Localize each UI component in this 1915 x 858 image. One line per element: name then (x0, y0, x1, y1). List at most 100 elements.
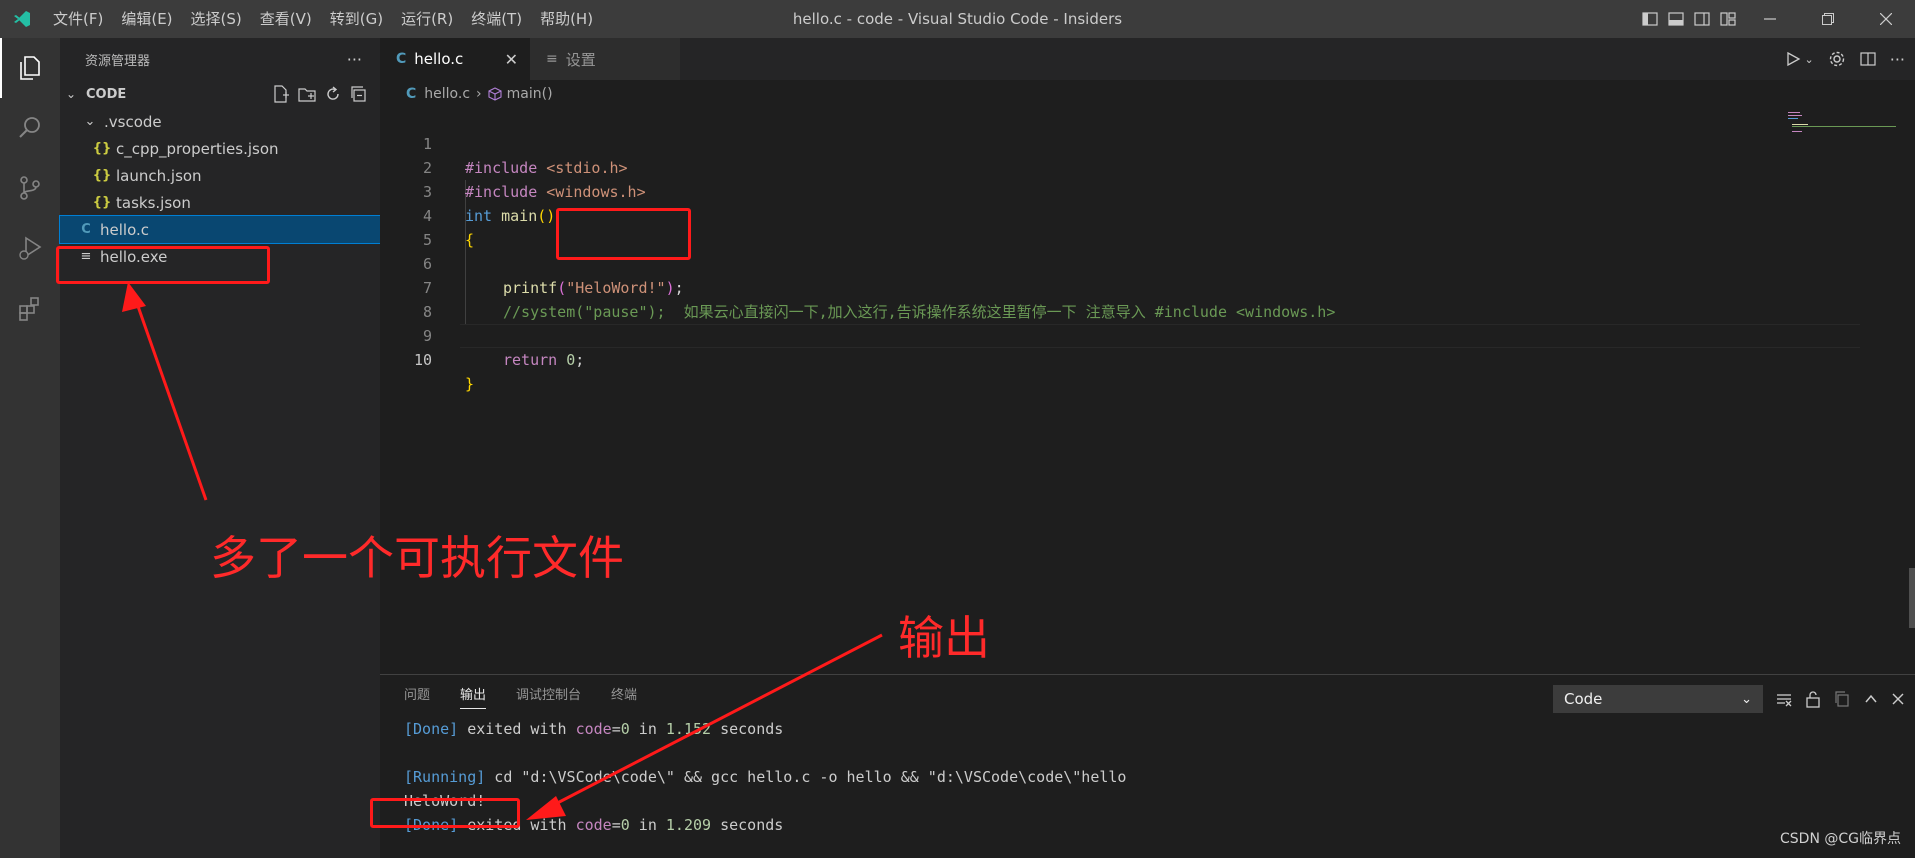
menu-run[interactable]: 运行(R) (392, 0, 462, 38)
tree-folder-vscode[interactable]: ⌄ .vscode (60, 108, 380, 135)
copy-icon[interactable] (1833, 690, 1851, 708)
token: 1.209 (665, 816, 712, 834)
code-line: 1 #include <stdio.h> (380, 108, 1780, 177)
line-number: 10 (413, 351, 432, 369)
token: exited with (458, 720, 576, 738)
run-dropdown-icon[interactable]: ⌄ (1805, 53, 1814, 66)
search-icon[interactable] (0, 98, 60, 158)
token: seconds (711, 720, 784, 738)
menu-go[interactable]: 转到(G) (321, 0, 392, 38)
breadcrumb: C hello.c › main() (380, 80, 1915, 108)
activity-bar (0, 38, 60, 858)
token: code (575, 816, 612, 834)
run-debug-icon[interactable] (0, 218, 60, 278)
chevron-down-icon: ⌄ (66, 87, 77, 101)
workspace-section-header[interactable]: ⌄ CODE (60, 80, 380, 108)
menu-file[interactable]: 文件(F) (44, 0, 112, 38)
extensions-icon[interactable] (0, 278, 60, 338)
breadcrumb-symbol[interactable]: main() (507, 86, 553, 102)
token: = (611, 720, 621, 738)
annotation-box-output (370, 798, 520, 828)
token: return (503, 351, 558, 369)
cube-icon (488, 87, 502, 101)
tree-file-hello-c[interactable]: C hello.c (59, 215, 381, 244)
refresh-icon[interactable] (324, 85, 342, 103)
collapse-all-icon[interactable] (350, 85, 368, 103)
tab-settings[interactable]: ≡ 设置 (530, 38, 680, 80)
minimap[interactable] (1788, 110, 1898, 140)
source-control-icon[interactable] (0, 158, 60, 218)
clear-output-icon[interactable] (1775, 690, 1793, 708)
gear-icon[interactable] (1828, 50, 1846, 68)
tab-label: hello.c (414, 50, 464, 68)
more-actions-icon[interactable]: ··· (347, 50, 362, 69)
explorer-sidebar: 资源管理器 ··· ⌄ CODE ⌄ .vscode {} c_cpp_prop… (59, 38, 381, 858)
chevron-up-icon[interactable] (1863, 691, 1879, 707)
tree-file-launch-json[interactable]: {} launch.json (60, 162, 380, 189)
sidebar-header: 资源管理器 ··· (60, 38, 380, 80)
annotation-output-note: 输出 (898, 611, 990, 665)
code-line: 3 int main() (380, 156, 1780, 225)
title-bar: 文件(F) 编辑(E) 选择(S) 查看(V) 转到(G) 运行(R) 终端(T… (0, 0, 1915, 38)
tab-hello-c[interactable]: C hello.c ✕ (380, 38, 530, 80)
token: = (611, 816, 621, 834)
run-icon[interactable] (1785, 51, 1801, 67)
lock-icon[interactable] (1805, 690, 1821, 708)
code-editor[interactable]: 1 #include <stdio.h> 2 #include <windows… (380, 108, 1915, 674)
window-controls (1637, 0, 1915, 38)
scrollbar-thumb[interactable] (1909, 568, 1915, 628)
token: 1.152 (665, 720, 712, 738)
tree-label: tasks.json (116, 193, 191, 212)
minimize-icon[interactable] (1741, 0, 1799, 38)
more-actions-icon[interactable]: ··· (1890, 50, 1905, 69)
watermark: CSDN @CG临界点 (1780, 831, 1901, 847)
menu-edit[interactable]: 编辑(E) (112, 0, 181, 38)
tab-output[interactable]: 输出 (460, 675, 487, 717)
close-icon[interactable]: ✕ (505, 50, 518, 69)
split-editor-icon[interactable] (1860, 51, 1876, 67)
menu-help[interactable]: 帮助(H) (531, 0, 602, 38)
menu-terminal[interactable]: 终端(T) (462, 0, 531, 38)
tree-label: hello.c (100, 220, 149, 239)
tree-file-tasks-json[interactable]: {} tasks.json (60, 189, 380, 216)
annotation-box-printf (556, 208, 691, 260)
token: cd "d:\VSCode\code\" && gcc hello.c -o h… (485, 768, 1127, 786)
breadcrumb-file[interactable]: hello.c (424, 86, 470, 102)
tab-terminal[interactable]: 终端 (611, 675, 637, 717)
output-text[interactable]: [Done] exited with code=0 in 1.152 secon… (380, 717, 1915, 837)
annotation-box-exe (56, 246, 270, 284)
tree-label: launch.json (116, 166, 202, 185)
toggle-secondary-sidebar-icon[interactable] (1691, 0, 1713, 38)
code-line: 8 (380, 276, 1780, 321)
toggle-sidebar-icon[interactable] (1639, 0, 1661, 38)
output-channel-select[interactable]: Code ⌄ (1553, 685, 1763, 713)
code-line: 10 } (380, 324, 1780, 393)
workspace-name: CODE (86, 86, 127, 102)
restore-icon[interactable] (1799, 0, 1857, 38)
json-file-icon: {} (92, 195, 112, 210)
close-icon[interactable] (1891, 692, 1905, 706)
toggle-panel-icon[interactable] (1665, 0, 1687, 38)
explorer-icon[interactable] (0, 38, 60, 98)
token: seconds (711, 816, 784, 834)
bottom-panel: 问题 输出 调试控制台 终端 Code ⌄ [Done] exited with… (380, 674, 1915, 858)
new-folder-icon[interactable] (298, 85, 316, 103)
menu-bar: 文件(F) 编辑(E) 选择(S) 查看(V) 转到(G) 运行(R) 终端(T… (44, 0, 602, 38)
editor-actions: ⌄ ··· (1785, 38, 1905, 80)
customize-layout-icon[interactable] (1717, 0, 1739, 38)
menu-selection[interactable]: 选择(S) (182, 0, 251, 38)
token: 0 (557, 351, 576, 369)
tree-file-c-cpp-properties[interactable]: {} c_cpp_properties.json (60, 135, 380, 162)
code-line: 2 #include <windows.h> (380, 132, 1780, 201)
token: code (575, 720, 612, 738)
tab-debug-console[interactable]: 调试控制台 (516, 675, 581, 717)
settings-file-icon: ≡ (546, 51, 558, 67)
json-file-icon: {} (92, 141, 112, 156)
tab-problems[interactable]: 问题 (404, 675, 430, 717)
chevron-down-icon: ⌄ (84, 114, 96, 129)
close-window-icon[interactable] (1857, 0, 1915, 38)
menu-view[interactable]: 查看(V) (251, 0, 321, 38)
new-file-icon[interactable] (272, 85, 290, 103)
token: 0 (620, 816, 630, 834)
